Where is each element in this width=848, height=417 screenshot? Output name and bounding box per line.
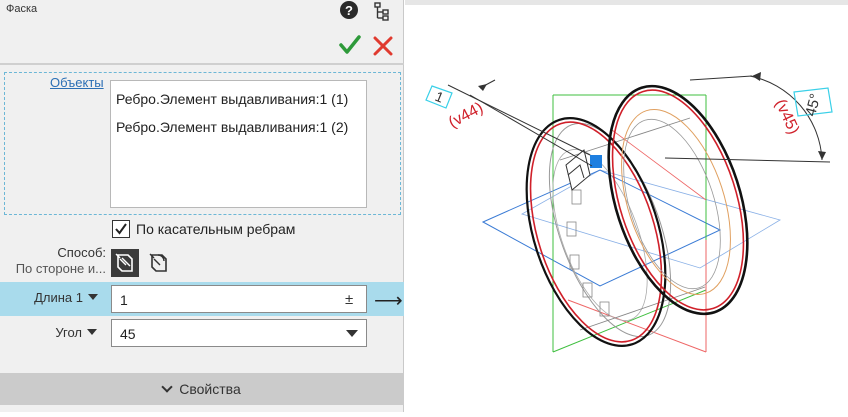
objects-link[interactable]: Объекты [50, 75, 104, 90]
model-drawing[interactable]: 1 (v44) 45° (v45) [405, 0, 848, 412]
length-label: Длина 1 [34, 290, 83, 305]
length-mode-dropdown[interactable]: Длина 1 [34, 290, 98, 305]
viewport-top-strip [405, 0, 848, 5]
length-dimension-value[interactable]: 1 [433, 88, 446, 106]
tangent-edges-checkbox[interactable] [112, 220, 130, 238]
properties-label: Свойства [179, 381, 241, 397]
chevron-down-icon [88, 294, 98, 300]
check-icon[interactable] [339, 34, 361, 56]
chamfer-panel: Фаска ? Объекты Ребро.Элемент выдавливан… [0, 0, 404, 412]
list-item[interactable]: Ребро.Элемент выдавливания:1 (2) [116, 119, 348, 135]
close-icon[interactable] [372, 35, 394, 57]
svg-text:?: ? [345, 3, 353, 18]
angle-select[interactable]: 45 [111, 319, 367, 347]
method-angle-icon[interactable] [145, 249, 173, 277]
method-label: Способ: [57, 245, 106, 260]
tree-icon[interactable] [372, 1, 392, 21]
angle-label: Угол [55, 325, 82, 340]
chevron-down-icon [346, 330, 358, 337]
method-side-icon[interactable] [111, 249, 139, 277]
tangent-edges-option[interactable]: По касательным ребрам [112, 219, 295, 239]
chevron-down-icon [161, 380, 173, 393]
direction-arrow-button[interactable]: ⟶ [374, 288, 403, 313]
plus-minus-button[interactable]: ± [345, 291, 353, 308]
chevron-down-icon [87, 329, 97, 335]
length-input[interactable]: 1 [111, 285, 367, 313]
help-icon[interactable]: ? [339, 0, 359, 20]
length-row: Длина 1 1 ± ⟶ [0, 282, 404, 316]
angle-mode-dropdown[interactable]: Угол [55, 325, 97, 340]
list-item[interactable]: Ребро.Элемент выдавливания:1 (1) [116, 91, 348, 107]
angle-dimension-value[interactable]: 45° [802, 92, 824, 118]
header-separator [0, 63, 404, 65]
angle-value: 45 [120, 326, 136, 342]
model-viewport[interactable]: 1 (v44) 45° (v45) [405, 0, 848, 412]
objects-list[interactable]: Ребро.Элемент выдавливания:1 (1) Ребро.Э… [110, 80, 367, 208]
panel-title: Фаска [6, 3, 38, 15]
length-dimension-text: (v44) [446, 99, 486, 131]
tangent-edges-label: По касательным ребрам [136, 221, 296, 237]
method-value: По стороне и... [15, 261, 106, 276]
properties-expander[interactable]: Свойства [0, 373, 404, 405]
